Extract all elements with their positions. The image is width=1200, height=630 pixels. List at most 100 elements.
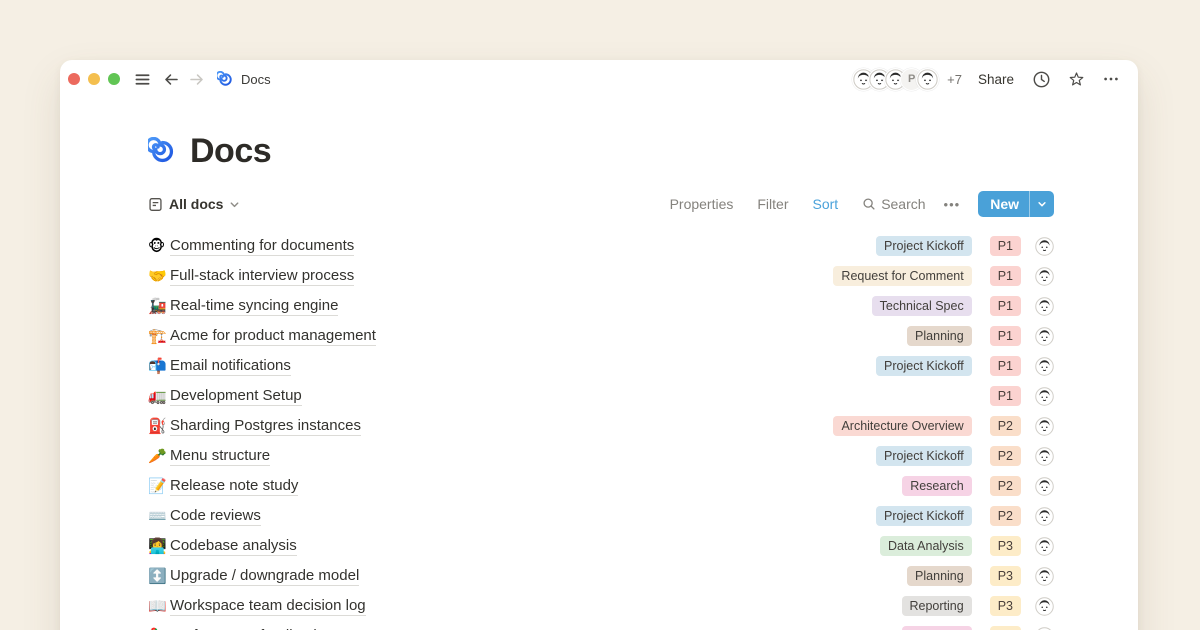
doc-emoji-icon: 📬 [148,359,170,374]
doc-type-tag[interactable]: Research [902,626,972,630]
doc-priority-badge[interactable]: P1 [990,266,1021,286]
more-options-icon[interactable] [1102,70,1120,88]
doc-title-link[interactable]: Workspace team decision log [170,597,366,616]
page-header: Docs [148,132,1054,171]
doc-title-link[interactable]: Performance feedback [170,627,321,630]
doc-type-tag[interactable]: Technical Spec [872,296,972,316]
doc-row[interactable]: 📬 Email notifications Project Kickoff P1 [148,351,1054,381]
doc-priority-badge[interactable]: P1 [990,356,1021,376]
doc-emoji-icon: 🚂 [148,299,170,314]
doc-priority-badge[interactable]: P3 [990,536,1021,556]
doc-owner-avatar[interactable] [1035,597,1054,616]
sort-button[interactable]: Sort [813,196,839,212]
doc-owner-avatar[interactable] [1035,627,1054,630]
doc-title-link[interactable]: Acme for product management [170,327,376,346]
doc-emoji-icon: ⌨️ [148,509,170,524]
doc-row[interactable]: 📝 Release note study Research P2 [148,471,1054,501]
doc-type-tag[interactable]: Reporting [902,596,972,616]
doc-priority-badge[interactable]: P1 [990,236,1021,256]
doc-row[interactable]: ⌨️ Code reviews Project Kickoff P2 [148,501,1054,531]
doc-row[interactable]: 🐵 Commenting for documents Project Kicko… [148,231,1054,261]
doc-title-link[interactable]: Real-time syncing engine [170,297,338,316]
minimize-window-button[interactable] [88,73,100,85]
doc-emoji-icon: ⛽ [148,419,170,434]
doc-priority-badge[interactable]: P2 [990,446,1021,466]
doc-emoji-icon: 🏗️ [148,329,170,344]
doc-owner-avatar[interactable] [1035,237,1054,256]
doc-type-tag[interactable]: Project Kickoff [876,356,972,376]
doc-priority-badge[interactable]: P1 [990,296,1021,316]
doc-row[interactable]: 👩‍💻 Codebase analysis Data Analysis P3 [148,531,1054,561]
new-doc-dropdown-chevron[interactable] [1029,191,1054,217]
doc-type-tag[interactable]: Architecture Overview [833,416,971,436]
properties-button[interactable]: Properties [670,196,734,212]
doc-type-tag[interactable]: Research [902,476,972,496]
doc-owner-avatar[interactable] [1035,387,1054,406]
doc-type-tag[interactable]: Project Kickoff [876,446,972,466]
doc-type-tag[interactable]: Planning [907,326,972,346]
doc-type-tag[interactable]: Planning [907,566,972,586]
doc-priority-badge[interactable]: P3 [990,596,1021,616]
zoom-window-button[interactable] [108,73,120,85]
close-window-button[interactable] [68,73,80,85]
forward-arrow-icon[interactable] [188,71,205,88]
doc-priority-badge[interactable]: P2 [990,506,1021,526]
view-selector[interactable]: All docs [148,196,240,212]
doc-row[interactable]: 🦜 Performance feedback Research P3 [148,621,1054,630]
doc-priority-badge[interactable]: P3 [990,626,1021,630]
doc-owner-avatar[interactable] [1035,297,1054,316]
doc-emoji-icon: 📖 [148,599,170,614]
filter-button[interactable]: Filter [757,196,788,212]
doc-type-tag[interactable]: Project Kickoff [876,236,972,256]
doc-row[interactable]: 🚛 Development Setup P1 [148,381,1054,411]
doc-title-link[interactable]: Code reviews [170,507,261,526]
search-button[interactable]: Search [862,196,925,212]
collaborator-avatar[interactable] [916,68,939,91]
star-icon[interactable] [1067,70,1086,89]
doc-owner-avatar[interactable] [1035,447,1054,466]
doc-owner-avatar[interactable] [1035,567,1054,586]
doc-title-link[interactable]: Email notifications [170,357,291,376]
view-more-options-icon[interactable]: ••• [944,197,961,212]
doc-title-link[interactable]: Sharding Postgres instances [170,417,361,436]
doc-row[interactable]: 📖 Workspace team decision log Reporting … [148,591,1054,621]
back-arrow-icon[interactable] [163,71,180,88]
doc-title-link[interactable]: Commenting for documents [170,237,354,256]
doc-title-link[interactable]: Upgrade / downgrade model [170,567,359,586]
doc-owner-avatar[interactable] [1035,327,1054,346]
doc-owner-avatar[interactable] [1035,267,1054,286]
doc-priority-badge[interactable]: P3 [990,566,1021,586]
doc-row[interactable]: 🚂 Real-time syncing engine Technical Spe… [148,291,1054,321]
doc-type-tag[interactable]: Project Kickoff [876,506,972,526]
share-button[interactable]: Share [978,72,1014,87]
doc-row[interactable]: 🏗️ Acme for product management Planning … [148,321,1054,351]
doc-owner-avatar[interactable] [1035,417,1054,436]
doc-type-tag[interactable]: Request for Comment [833,266,971,286]
doc-row[interactable]: ↕️ Upgrade / downgrade model Planning P3 [148,561,1054,591]
doc-emoji-icon: 🚛 [148,389,170,404]
doc-priority-badge[interactable]: P2 [990,416,1021,436]
doc-owner-avatar[interactable] [1035,537,1054,556]
doc-priority-badge[interactable]: P2 [990,476,1021,496]
doc-title-link[interactable]: Development Setup [170,387,302,406]
doc-title-link[interactable]: Release note study [170,477,298,496]
doc-row[interactable]: 🤝 Full-stack interview process Request f… [148,261,1054,291]
docs-spiral-logo-icon [217,71,234,88]
window-controls [68,73,120,85]
doc-priority-badge[interactable]: P1 [990,326,1021,346]
document-icon [148,197,163,212]
doc-title-link[interactable]: Codebase analysis [170,537,297,556]
doc-title-link[interactable]: Full-stack interview process [170,267,354,286]
doc-owner-avatar[interactable] [1035,477,1054,496]
doc-owner-avatar[interactable] [1035,357,1054,376]
doc-title-link[interactable]: Menu structure [170,447,270,466]
sidebar-toggle-icon[interactable] [134,71,151,88]
doc-row[interactable]: 🥕 Menu structure Project Kickoff P2 [148,441,1054,471]
doc-owner-avatar[interactable] [1035,507,1054,526]
history-clock-icon[interactable] [1032,70,1051,89]
doc-row[interactable]: ⛽ Sharding Postgres instances Architectu… [148,411,1054,441]
window-title: Docs [241,72,271,87]
doc-type-tag[interactable]: Data Analysis [880,536,972,556]
new-doc-button[interactable]: New [978,191,1054,217]
doc-priority-badge[interactable]: P1 [990,386,1021,406]
